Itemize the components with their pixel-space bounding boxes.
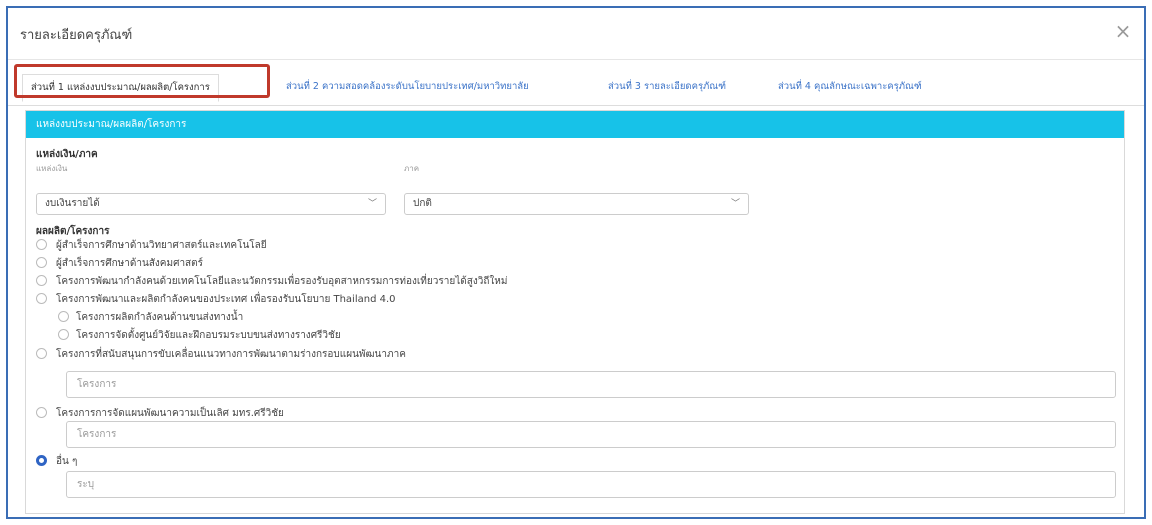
project-input-1[interactable]: โครงการ bbox=[66, 371, 1116, 398]
option-label-other: อื่น ๆ bbox=[56, 456, 78, 467]
source-label: แหล่งเงิน bbox=[36, 164, 68, 173]
option-radio-other[interactable] bbox=[36, 455, 47, 466]
option-label-4: โครงการพัฒนาและผลิตกำลังคนของประเทศ เพื่… bbox=[56, 294, 396, 305]
tab-part-2[interactable]: ส่วนที่ 2 ความสอดคล้องระดับนโยบายประเทศ/… bbox=[286, 74, 529, 102]
option-label-6: โครงการการจัดแผนพัฒนาความเป็นเลิศ มทร.ศร… bbox=[56, 408, 284, 419]
option-radio-3[interactable] bbox=[36, 275, 47, 286]
tab-bar: ส่วนที่ 1 แหล่งงบประมาณ/ผลผลิต/โครงการ ส… bbox=[8, 68, 1144, 106]
sector-label: ภาค bbox=[404, 164, 420, 173]
close-icon[interactable]: × bbox=[1112, 20, 1134, 42]
panel-header: แหล่งงบประมาณ/ผลผลิต/โครงการ bbox=[26, 111, 1124, 138]
option-radio-1[interactable] bbox=[36, 239, 47, 250]
option-label-1: ผู้สำเร็จการศึกษาด้านวิทยาศาสตร์และเทคโน… bbox=[56, 240, 267, 251]
funding-section-label: แหล่งเงิน/ภาค bbox=[36, 149, 98, 160]
option-radio-5[interactable] bbox=[36, 348, 47, 359]
sector-select[interactable]: ปกติ ﹀ bbox=[404, 193, 749, 215]
sub-option-radio-2[interactable] bbox=[58, 329, 69, 340]
option-label-5: โครงการที่สนับสนุนการขับเคลื่อนแนวทางการ… bbox=[56, 349, 406, 360]
project-input-2[interactable]: โครงการ bbox=[66, 421, 1116, 448]
other-specify-input[interactable]: ระบุ bbox=[66, 471, 1116, 498]
option-radio-6[interactable] bbox=[36, 407, 47, 418]
source-select[interactable]: งบเงินรายได้ ﹀ bbox=[36, 193, 386, 215]
tab-part-4[interactable]: ส่วนที่ 4 คุณลักษณะเฉพาะครุภัณฑ์ bbox=[778, 74, 922, 102]
source-value: งบเงินรายได้ bbox=[45, 198, 100, 209]
tab-part-1[interactable]: ส่วนที่ 1 แหล่งงบประมาณ/ผลผลิต/โครงการ bbox=[22, 74, 219, 102]
products-section-label: ผลผลิต/โครงการ bbox=[36, 226, 110, 237]
option-radio-4[interactable] bbox=[36, 293, 47, 304]
option-label-3: โครงการพัฒนากำลังคนด้วยเทคโนโลยีและนวัตก… bbox=[56, 276, 508, 287]
modal-title: รายละเอียดครุภัณฑ์ bbox=[20, 28, 133, 43]
chevron-down-icon: ﹀ bbox=[730, 199, 740, 209]
chevron-down-icon: ﹀ bbox=[367, 199, 377, 209]
funding-panel: แหล่งงบประมาณ/ผลผลิต/โครงการ แหล่งเงิน/ภ… bbox=[25, 110, 1125, 514]
option-radio-2[interactable] bbox=[36, 257, 47, 268]
modal-header: รายละเอียดครุภัณฑ์ × bbox=[8, 8, 1144, 60]
sub-option-radio-1[interactable] bbox=[58, 311, 69, 322]
sub-option-label-1: โครงการผลิตกำลังคนด้านขนส่งทางน้ำ bbox=[76, 312, 244, 323]
sector-value: ปกติ bbox=[413, 198, 432, 209]
sub-option-label-2: โครงการจัดตั้งศูนย์วิจัยและฝึกอบรมระบบขน… bbox=[76, 330, 341, 341]
option-label-2: ผู้สำเร็จการศึกษาด้านสังคมศาสตร์ bbox=[56, 258, 204, 269]
tab-part-3[interactable]: ส่วนที่ 3 รายละเอียดครุภัณฑ์ bbox=[608, 74, 726, 102]
